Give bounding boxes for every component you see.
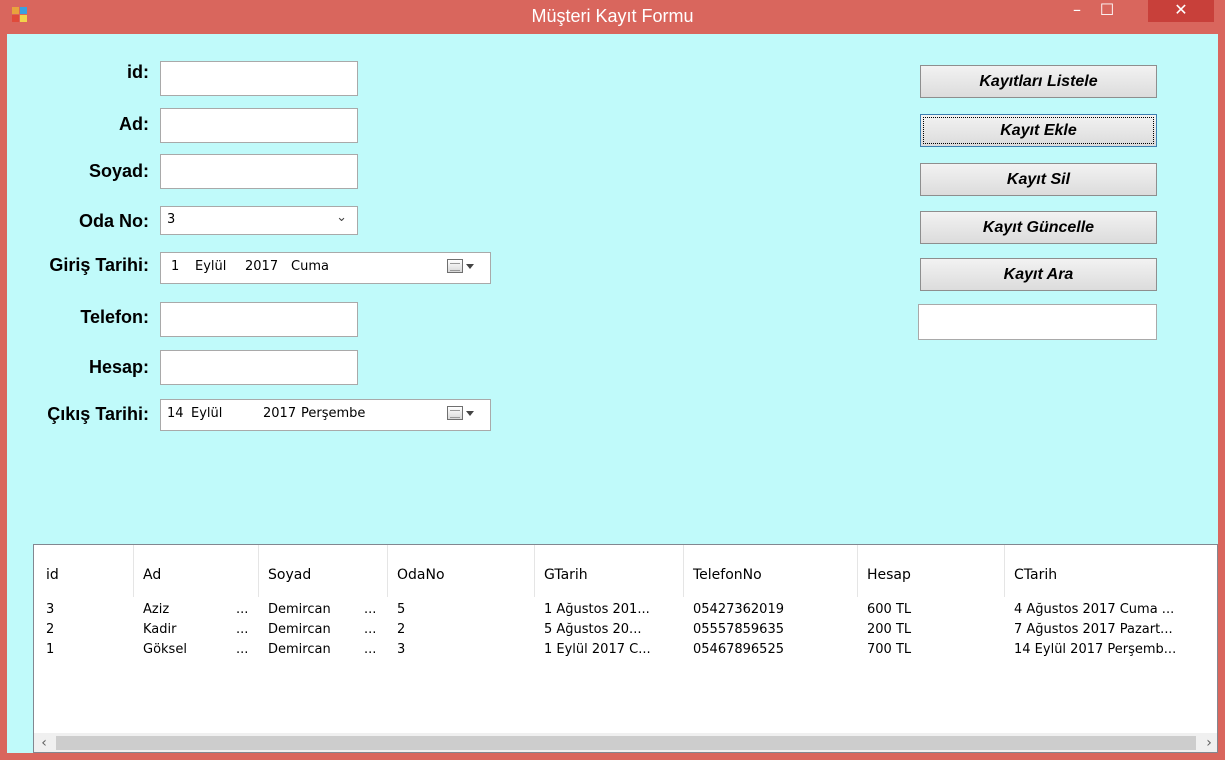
cikis-tarihi-label: Çıkış Tarihi: bbox=[47, 404, 149, 424]
ad-label: Ad: bbox=[119, 114, 149, 134]
soyad-label: Soyad: bbox=[88, 161, 149, 181]
column-header-id[interactable]: id bbox=[46, 567, 59, 583]
column-header-hesap[interactable]: Hesap bbox=[867, 567, 911, 583]
table-cell: 1 Eylül 2017 C... bbox=[544, 642, 651, 657]
id-input[interactable] bbox=[160, 61, 358, 96]
maximize-button[interactable]: ☐ bbox=[1093, 0, 1121, 22]
horizontal-scrollbar[interactable]: ‹ › bbox=[34, 733, 1217, 752]
giris-tarihi-picker[interactable]: 1 Eylül 2017 Cuma bbox=[160, 252, 491, 284]
giris-year[interactable]: 2017 bbox=[245, 259, 278, 274]
table-cell: 4 Ağustos 2017 Cuma ... bbox=[1014, 602, 1175, 617]
minimize-button[interactable]: – bbox=[1063, 0, 1091, 22]
table-cell: 05557859635 bbox=[693, 622, 784, 637]
table-cell: Demircan bbox=[268, 602, 331, 617]
giris-weekday[interactable]: Cuma bbox=[291, 259, 329, 274]
cikis-tarihi-picker[interactable]: 14 Eylül 2017 Perşembe bbox=[160, 399, 491, 431]
table-cell: Demircan bbox=[268, 622, 331, 637]
table-cell: 05427362019 bbox=[693, 602, 784, 617]
table-cell: 5 bbox=[397, 602, 406, 617]
table-cell: 2 bbox=[397, 622, 406, 637]
column-header-ad[interactable]: Ad bbox=[143, 567, 161, 583]
table-cell: 2 bbox=[46, 622, 55, 637]
oda-no-label: Oda No: bbox=[79, 211, 149, 231]
column-separator[interactable] bbox=[857, 545, 858, 597]
cell-ellipsis: ... bbox=[236, 622, 249, 637]
soyad-input[interactable] bbox=[160, 154, 358, 189]
column-separator[interactable] bbox=[387, 545, 388, 597]
window-title: Müşteri Kayıt Formu bbox=[531, 6, 694, 26]
column-header-ctarih[interactable]: CTarih bbox=[1014, 567, 1057, 583]
cikis-year[interactable]: 2017 bbox=[263, 406, 296, 421]
table-cell: Kadir bbox=[143, 622, 177, 637]
column-header-telefonno[interactable]: TelefonNo bbox=[693, 567, 762, 583]
giris-tarihi-label: Giriş Tarihi: bbox=[49, 255, 149, 275]
table-cell: 14 Eylül 2017 Perşemb... bbox=[1014, 642, 1177, 657]
table-cell: 5 Ağustos 20... bbox=[544, 622, 642, 637]
oda-no-select[interactable]: 3 ⌄ bbox=[160, 206, 358, 235]
table-cell: 600 TL bbox=[867, 602, 912, 617]
column-separator[interactable] bbox=[534, 545, 535, 597]
table-cell: Aziz bbox=[143, 602, 170, 617]
giris-day[interactable]: 1 bbox=[171, 259, 179, 274]
kayit-guncelle-button[interactable]: Kayıt Güncelle bbox=[920, 211, 1157, 244]
table-cell: 05467896525 bbox=[693, 642, 784, 657]
cell-ellipsis: ... bbox=[364, 602, 377, 617]
kayit-ekle-button[interactable]: Kayıt Ekle bbox=[920, 114, 1157, 147]
calendar-icon[interactable] bbox=[447, 406, 463, 420]
giris-month[interactable]: Eylül bbox=[195, 259, 226, 274]
form-client-area: id: Ad: Soyad: Oda No: Giriş Tarihi: Tel… bbox=[7, 34, 1218, 753]
scroll-thumb[interactable] bbox=[56, 736, 1196, 750]
scroll-right-icon[interactable]: › bbox=[1199, 733, 1217, 752]
close-button[interactable]: ✕ bbox=[1148, 0, 1214, 22]
cikis-month[interactable]: Eylül bbox=[191, 406, 222, 421]
table-cell: Göksel bbox=[143, 642, 187, 657]
cell-ellipsis: ... bbox=[236, 602, 249, 617]
cell-ellipsis: ... bbox=[364, 622, 377, 637]
kayit-sil-button[interactable]: Kayıt Sil bbox=[920, 163, 1157, 196]
table-cell: 700 TL bbox=[867, 642, 912, 657]
title-bar[interactable]: Müşteri Kayıt Formu – ☐ ✕ bbox=[0, 0, 1225, 34]
table-cell: 1 Ağustos 201... bbox=[544, 602, 650, 617]
scroll-left-icon[interactable]: ‹ bbox=[34, 733, 54, 752]
table-cell: 1 bbox=[46, 642, 55, 657]
table-cell: 3 bbox=[397, 642, 406, 657]
dropdown-arrow-icon[interactable] bbox=[466, 264, 474, 269]
hesap-label: Hesap: bbox=[88, 357, 149, 377]
search-input[interactable] bbox=[918, 304, 1157, 340]
records-listview[interactable]: id Ad Soyad OdaNo GTarih TelefonNo Hesap CTarih… bbox=[33, 544, 1218, 753]
calendar-icon[interactable] bbox=[447, 259, 463, 273]
ad-input[interactable] bbox=[160, 108, 358, 143]
column-header-odano[interactable]: OdaNo bbox=[397, 567, 445, 583]
column-header-soyad[interactable]: Soyad bbox=[268, 567, 311, 583]
column-separator[interactable] bbox=[683, 545, 684, 597]
column-separator[interactable] bbox=[258, 545, 259, 597]
cell-ellipsis: ... bbox=[364, 642, 377, 657]
table-cell: Demircan bbox=[268, 642, 331, 657]
column-separator[interactable] bbox=[133, 545, 134, 597]
kayit-ara-button[interactable]: Kayıt Ara bbox=[920, 258, 1157, 291]
chevron-down-icon[interactable]: ⌄ bbox=[336, 210, 347, 225]
table-cell: 7 Ağustos 2017 Pazart... bbox=[1014, 622, 1173, 637]
kayitlari-listele-button[interactable]: Kayıtları Listele bbox=[920, 65, 1157, 98]
column-header-gtarih[interactable]: GTarih bbox=[544, 567, 588, 583]
cell-ellipsis: ... bbox=[236, 642, 249, 657]
main-window: Müşteri Kayıt Formu – ☐ ✕ id: Ad: Soyad:… bbox=[0, 0, 1225, 760]
oda-no-value: 3 bbox=[167, 212, 176, 227]
table-cell: 200 TL bbox=[867, 622, 912, 637]
cikis-weekday[interactable]: Perşembe bbox=[301, 406, 365, 421]
hesap-input[interactable] bbox=[160, 350, 358, 385]
telefon-label: Telefon: bbox=[80, 307, 149, 327]
cikis-day[interactable]: 14 bbox=[167, 406, 184, 421]
dropdown-arrow-icon[interactable] bbox=[466, 411, 474, 416]
column-separator[interactable] bbox=[1004, 545, 1005, 597]
table-cell: 3 bbox=[46, 602, 55, 617]
telefon-input[interactable] bbox=[160, 302, 358, 337]
id-label: id: bbox=[127, 62, 149, 82]
